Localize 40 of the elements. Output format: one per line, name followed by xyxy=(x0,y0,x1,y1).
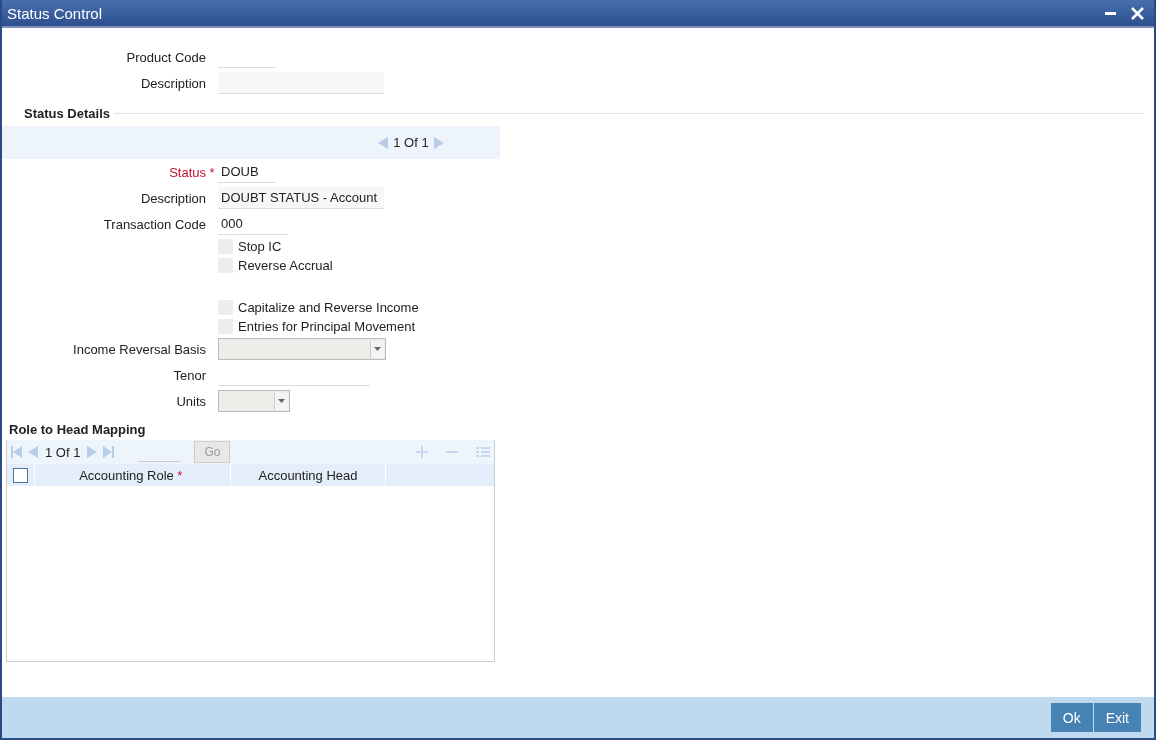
dropdown[interactable] xyxy=(218,338,386,360)
list-icon[interactable] xyxy=(476,446,490,458)
page-indicator: 1 Of 1 xyxy=(393,135,429,150)
section-heading: Status Details xyxy=(24,105,110,121)
column-header: Accounting Head xyxy=(258,467,358,483)
caret-icon xyxy=(374,347,381,351)
required-mark: * xyxy=(176,467,184,483)
previous-icon[interactable] xyxy=(378,136,390,149)
required-mark: * xyxy=(208,164,216,180)
previous-icon[interactable] xyxy=(28,446,39,458)
field-label: Income Reversal Basis xyxy=(72,341,206,357)
footer-button[interactable]: Ok xyxy=(1050,703,1093,732)
field-label: Description xyxy=(139,75,206,91)
close-icon xyxy=(1131,6,1144,20)
checkbox-label: Entries for Principal Movement xyxy=(238,319,415,334)
field-label: Status xyxy=(168,164,206,180)
close-button[interactable] xyxy=(1131,6,1144,20)
window-title: Status Control xyxy=(7,4,104,22)
text-field[interactable]: DOUBT STATUS - Account xyxy=(218,187,384,209)
next-icon[interactable] xyxy=(432,136,444,149)
select-all-checkbox[interactable] xyxy=(13,467,28,483)
field-label: Transaction Code xyxy=(102,216,206,232)
next-icon[interactable] xyxy=(86,446,98,458)
checkbox-label: Capitalize and Reverse Income xyxy=(238,300,419,315)
section-heading: Role to Head Mapping xyxy=(9,420,147,439)
last-page-icon[interactable] xyxy=(103,446,115,458)
dropdown[interactable] xyxy=(218,390,290,412)
field-label: Units xyxy=(175,393,206,409)
checkbox-label: Reverse Accrual xyxy=(238,258,333,273)
column-header: Accounting Role xyxy=(79,467,174,483)
caret-icon xyxy=(278,399,285,403)
footer-button[interactable]: Exit xyxy=(1093,703,1141,732)
checkbox-label: Stop IC xyxy=(238,239,282,254)
first-page-icon[interactable] xyxy=(11,446,22,458)
text-field[interactable] xyxy=(218,72,384,94)
field-label: Tenor xyxy=(172,367,206,383)
add-icon[interactable] xyxy=(416,446,428,458)
field-label: Description xyxy=(139,190,206,206)
field-label: Product Code xyxy=(125,49,206,65)
page-indicator: 1 Of 1 xyxy=(45,444,81,460)
